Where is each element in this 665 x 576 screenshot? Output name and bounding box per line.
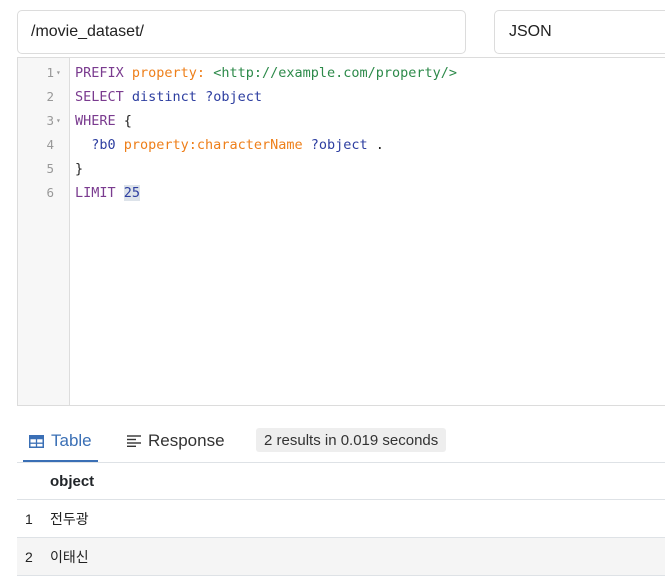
results-table: object 1 전두광 2 이태신	[17, 462, 665, 576]
column-header-object[interactable]: object	[50, 473, 94, 490]
code-text: ?b0 property:characterName ?object .	[75, 133, 384, 157]
code-token: <http://example.com/property/>	[213, 65, 458, 81]
line-number: 6	[46, 185, 54, 200]
code-line[interactable]: 2 SELECT distinct ?object	[18, 85, 665, 109]
tab-response-label: Response	[148, 431, 225, 450]
table-row: 2 이태신	[17, 538, 665, 576]
code-token: SELECT	[75, 89, 132, 105]
format-select[interactable]: JSON	[494, 10, 665, 54]
code-token: ?object	[302, 137, 368, 153]
result-summary-badge: 2 results in 0.019 seconds	[256, 428, 447, 452]
code-token: PREFIX	[75, 65, 132, 81]
code-text: PREFIX property: <http://example.com/pro…	[75, 61, 457, 85]
code-line[interactable]: 5}	[18, 157, 665, 181]
line-number: 2	[46, 89, 54, 104]
line-number: 4	[46, 137, 54, 152]
code-text: LIMIT 25	[75, 181, 141, 205]
code-token: property:	[131, 65, 206, 81]
code-line[interactable]: 4 ?b0 property:characterName ?object .	[18, 133, 665, 157]
code-token: {	[123, 113, 132, 129]
tab-table-label: Table	[51, 431, 92, 450]
code-token: }	[75, 161, 84, 177]
table-icon	[29, 434, 44, 448]
code-token: .	[367, 137, 384, 153]
code-token: property:characterName	[123, 137, 303, 153]
code-token: 25	[123, 185, 141, 201]
row-value[interactable]: 이태신	[50, 547, 89, 567]
fold-arrow-icon[interactable]: ▾	[56, 61, 61, 85]
code-line[interactable]: 1 ▾ PREFIX property: <http://example.com/p…	[18, 61, 665, 85]
line-number: 1	[46, 65, 54, 80]
result-tabs: Table Response 2 results in 0.019 second…	[17, 420, 665, 462]
code-token: LIMIT	[75, 185, 124, 201]
tab-table[interactable]: Table	[23, 420, 98, 462]
code-text: SELECT distinct ?object	[75, 85, 262, 109]
align-left-icon	[127, 435, 141, 447]
row-index: 1	[25, 510, 33, 527]
code-line[interactable]: 3 ▾ WHERE {	[18, 109, 665, 133]
code-text: }	[75, 157, 83, 181]
row-index: 2	[25, 548, 33, 565]
code-token: ?object	[205, 89, 262, 105]
code-token: WHERE	[75, 113, 124, 129]
line-number: 3	[46, 113, 54, 128]
code-token: distinct	[131, 89, 206, 105]
fold-arrow-icon[interactable]: ▾	[56, 109, 61, 133]
tab-response[interactable]: Response	[127, 420, 225, 462]
line-number: 5	[46, 161, 54, 176]
code-token: ?b0	[75, 137, 124, 153]
endpoint-input[interactable]: /movie_dataset/	[17, 10, 466, 54]
format-selected-value: JSON	[509, 23, 552, 40]
endpoint-value: /movie_dataset/	[31, 23, 144, 40]
code-text: WHERE {	[75, 109, 132, 133]
table-row: 1 전두광	[17, 500, 665, 538]
code-line[interactable]: 6 LIMIT 25	[18, 181, 665, 205]
table-header-row: object	[17, 462, 665, 500]
query-editor[interactable]: 1 ▾ PREFIX property: <http://example.com/p…	[17, 57, 665, 406]
row-value[interactable]: 전두광	[50, 509, 89, 529]
